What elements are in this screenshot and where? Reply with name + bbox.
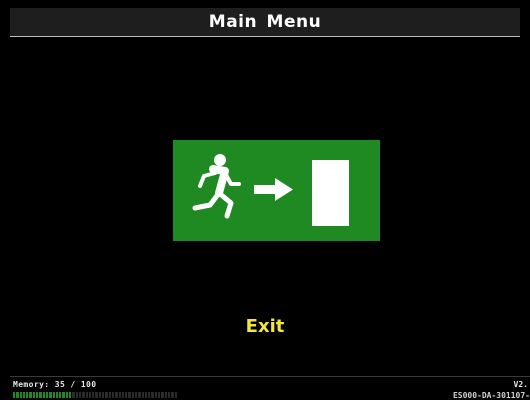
build-id-label: ES000-DA-301107- — [452, 391, 530, 400]
memory-bar-segment — [121, 392, 125, 398]
memory-bar-segment — [118, 392, 121, 398]
memory-bar-segment — [13, 392, 16, 398]
version-label: V2. — [513, 380, 528, 389]
memory-readout: Memory: 35 / 100 — [13, 380, 97, 389]
memory-bar-segment — [45, 392, 49, 398]
memory-bar-segment — [131, 392, 134, 398]
memory-bar-segment — [148, 392, 151, 398]
memory-bar-segment — [171, 392, 174, 398]
memory-bar-segment — [22, 392, 26, 398]
memory-bar-segment — [125, 392, 128, 398]
memory-bar-segment — [115, 392, 118, 398]
memory-bar-segment — [174, 392, 177, 398]
memory-bar-segment — [72, 392, 75, 398]
memory-bar-segment — [138, 392, 141, 398]
memory-bar-segment — [75, 392, 78, 398]
memory-bar-segment — [49, 392, 52, 398]
emergency-exit-icon — [192, 154, 349, 226]
memory-bar-segment — [98, 392, 102, 398]
memory-bar-segment — [29, 392, 32, 398]
memory-bar-segment — [26, 392, 29, 398]
exit-label: Exit — [245, 316, 285, 337]
memory-bar-segment — [105, 392, 108, 398]
title-bar: Main Menu — [10, 8, 520, 37]
page-title: Main Menu — [208, 12, 322, 32]
memory-bar-segment — [154, 392, 158, 398]
memory-bar-segment — [36, 392, 39, 398]
memory-bar-segment — [42, 392, 45, 398]
memory-bar-segment — [102, 392, 105, 398]
exit-menu-item[interactable] — [173, 140, 380, 241]
main-menu-screen: Main Menu Exit Memory: 35 / 100 V2. ES00… — [0, 0, 530, 400]
status-bar: Memory: 35 / 100 V2. ES000-DA-301107- — [10, 376, 530, 400]
memory-bar-segment — [92, 392, 95, 398]
memory-bar-segment — [82, 392, 85, 398]
memory-bar-segment — [141, 392, 144, 398]
memory-bar-segment — [55, 392, 59, 398]
memory-bar-segment — [69, 392, 72, 398]
memory-bar-segment — [39, 392, 42, 398]
memory-bar-segment — [144, 392, 148, 398]
memory-bar-segment — [111, 392, 115, 398]
memory-bar-segment — [78, 392, 82, 398]
memory-bar-segment — [52, 392, 55, 398]
memory-bar-segment — [128, 392, 131, 398]
memory-bar-segment — [95, 392, 98, 398]
memory-bar-segment — [88, 392, 92, 398]
memory-bar-segment — [32, 392, 36, 398]
memory-usage-bar — [13, 392, 177, 398]
memory-bar-segment — [65, 392, 69, 398]
memory-bar-segment — [164, 392, 167, 398]
memory-bar-segment — [62, 392, 65, 398]
memory-bar-segment — [108, 392, 111, 398]
memory-bar-segment — [19, 392, 22, 398]
memory-bar-segment — [158, 392, 161, 398]
memory-bar-segment — [134, 392, 138, 398]
memory-bar-segment — [167, 392, 171, 398]
memory-bar-segment — [85, 392, 88, 398]
memory-bar-segment — [151, 392, 154, 398]
memory-bar-segment — [59, 392, 62, 398]
memory-bar-segment — [161, 392, 164, 398]
memory-bar-segment — [16, 392, 19, 398]
